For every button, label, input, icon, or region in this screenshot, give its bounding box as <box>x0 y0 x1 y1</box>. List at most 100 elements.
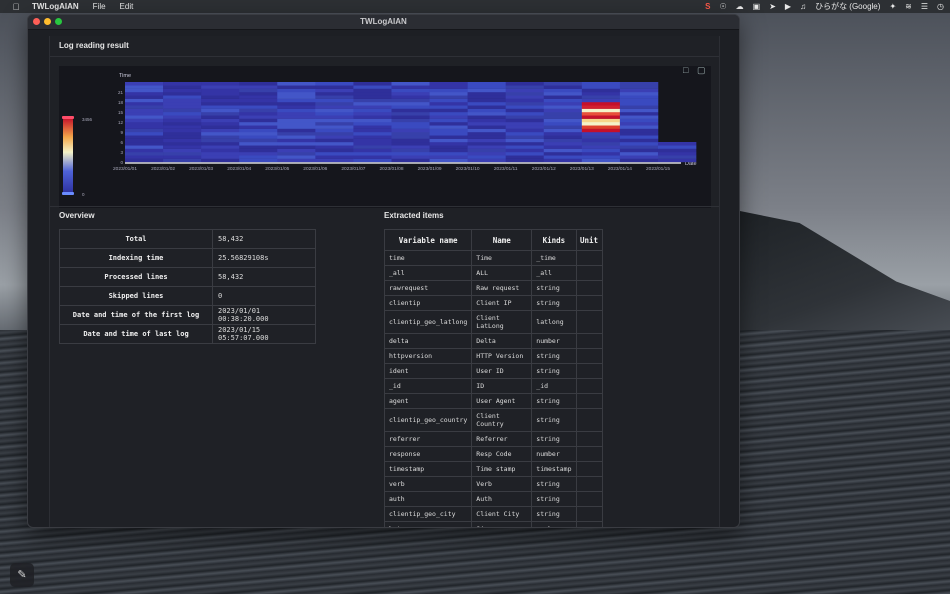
heatmap-cell <box>201 155 240 159</box>
compass-icon[interactable]: ☉ <box>719 2 726 11</box>
control-center-icon[interactable]: ☰ <box>921 2 928 11</box>
cell-unit <box>575 378 603 394</box>
wifi-icon[interactable]: ≋ <box>905 2 912 11</box>
heatmap-cell <box>581 115 621 119</box>
cell-unit <box>575 476 603 492</box>
heatmap-cell <box>619 95 659 99</box>
heatmap-cell <box>429 118 468 123</box>
heatmap-cell <box>315 122 354 126</box>
heatmap-cell <box>467 155 506 159</box>
heatmap-cell <box>315 128 354 133</box>
heatmap-cell <box>125 112 164 116</box>
heatmap-chart[interactable]: 3456 0 Time Date 0 3 6 9 12 15 18 21 2023/01/01 2023/… <box>59 66 711 208</box>
cell-unit <box>575 363 603 379</box>
heatmap-cell <box>239 135 278 139</box>
play-icon[interactable]: ▶ <box>785 2 791 11</box>
heatmap-cell <box>619 125 659 129</box>
table-row[interactable]: agent User Agent string <box>383 393 603 409</box>
heatmap-cell <box>391 132 430 136</box>
table-row[interactable]: bytesSizenumber <box>383 521 603 527</box>
column-header[interactable]: Name <box>471 229 533 251</box>
heatmap-cell <box>467 132 506 136</box>
table-row[interactable]: time Time _time <box>383 250 603 266</box>
heatmap-cell <box>353 145 392 149</box>
heatmap-cell <box>277 95 316 99</box>
table-row[interactable]: rawrequest Raw request string <box>383 280 603 296</box>
apple-icon[interactable]:  <box>10 2 22 12</box>
menubar-app-name[interactable]: TWLogAIAN <box>32 2 79 11</box>
heatmap-cell <box>505 85 545 89</box>
table-row[interactable]: ident User ID string <box>383 363 603 379</box>
heatmap-cell <box>429 98 468 103</box>
heatmap-cell <box>315 85 354 89</box>
bold-b-icon[interactable]: ▣ <box>753 2 761 11</box>
heatmap-cell <box>201 108 240 113</box>
cell-name: Client Country <box>471 408 533 432</box>
x-tick-label: 2023/01/15 <box>646 166 670 172</box>
heatmap-cell <box>125 108 164 113</box>
heatmap-cell <box>619 138 659 143</box>
window-titlebar[interactable]: TWLogAIAN <box>28 15 739 30</box>
column-header[interactable]: Kinds <box>531 229 577 251</box>
heatmap-cell <box>543 155 583 159</box>
heatmap-cell <box>581 118 621 123</box>
heatmap-cell <box>581 148 621 153</box>
heatmap-cell <box>581 102 621 106</box>
heatmap-cell <box>429 85 468 89</box>
table-row[interactable]: clientip_geo_latlong Client LatLong latlon… <box>383 310 603 334</box>
table-row[interactable]: httpversion HTTP Version string <box>383 348 603 364</box>
table-row[interactable]: response Resp Code number <box>383 446 603 462</box>
heatmap-cell <box>429 115 468 119</box>
heatmap-cell <box>315 145 354 149</box>
table-row[interactable]: referrer Referrer string <box>383 431 603 447</box>
heatmap-cell <box>467 82 506 86</box>
bolt-icon[interactable]: ➤ <box>769 2 776 11</box>
heatmap-cell <box>657 152 697 156</box>
clock-icon[interactable]: ◷ <box>937 2 944 11</box>
heatmap-cell <box>277 108 316 113</box>
table-row[interactable]: timestamp Time stamp timestamp <box>383 461 603 477</box>
heatmap-cell <box>353 152 392 156</box>
menu-file[interactable]: File <box>93 2 106 11</box>
heatmap-cell <box>619 82 659 86</box>
heatmap-cell <box>619 128 659 133</box>
overview-row: Processed lines 58,432 <box>59 267 316 287</box>
heatmap-cell <box>201 128 240 133</box>
heatmap-cell <box>581 105 621 109</box>
table-row[interactable]: verb Verb string <box>383 476 603 492</box>
heatmap-cell <box>581 85 621 89</box>
heatmap-cell <box>391 122 430 126</box>
heatmap-cell <box>353 122 392 126</box>
table-row[interactable]: clientip Client IP string <box>383 295 603 311</box>
heatmap-cell <box>429 105 468 109</box>
cell-name: Delta <box>471 333 533 349</box>
cloud-icon[interactable]: ☁ <box>736 2 744 11</box>
input-method[interactable]: ひらがな (Google) <box>815 1 880 12</box>
table-row[interactable]: delta Delta number <box>383 333 603 349</box>
column-header[interactable]: Unit <box>575 229 603 251</box>
new-note-icon[interactable]: ✎ <box>10 563 34 587</box>
heatmap-cell <box>429 108 468 113</box>
table-row[interactable]: auth Auth string <box>383 491 603 507</box>
heatmap-cell <box>277 138 316 143</box>
heatmap-cell <box>543 125 583 129</box>
zoom-box-icon[interactable]: □ <box>683 66 692 75</box>
column-header[interactable]: Variable name <box>383 229 473 251</box>
bluetooth-icon[interactable]: ✦ <box>889 2 896 11</box>
heatmap-cell <box>505 148 545 153</box>
extracted-table: Variable name Name Kinds Unit time Time _time… <box>383 229 603 527</box>
table-row[interactable]: clientip_geo_country Client Country string <box>383 408 603 432</box>
status-s-icon[interactable]: S <box>705 2 710 11</box>
heatmap-svg[interactable]: 34560TimeDate0369121518212023/01/01 2023/… <box>59 66 711 208</box>
table-row[interactable]: clientip_geo_city Client City string <box>383 506 603 522</box>
heatmap-cell <box>239 85 278 89</box>
heatmap-cell <box>163 102 202 106</box>
menu-edit[interactable]: Edit <box>120 2 134 11</box>
heatmap-cell <box>581 132 621 136</box>
cell-variable-name: response <box>383 446 473 462</box>
volume-icon[interactable]: ♫ <box>800 2 806 11</box>
zoom-reset-icon[interactable]: ▢ <box>697 66 706 75</box>
table-row[interactable]: _id ID _id <box>383 378 603 394</box>
heatmap-cell <box>201 158 240 163</box>
table-row[interactable]: _all ALL _all <box>383 265 603 281</box>
